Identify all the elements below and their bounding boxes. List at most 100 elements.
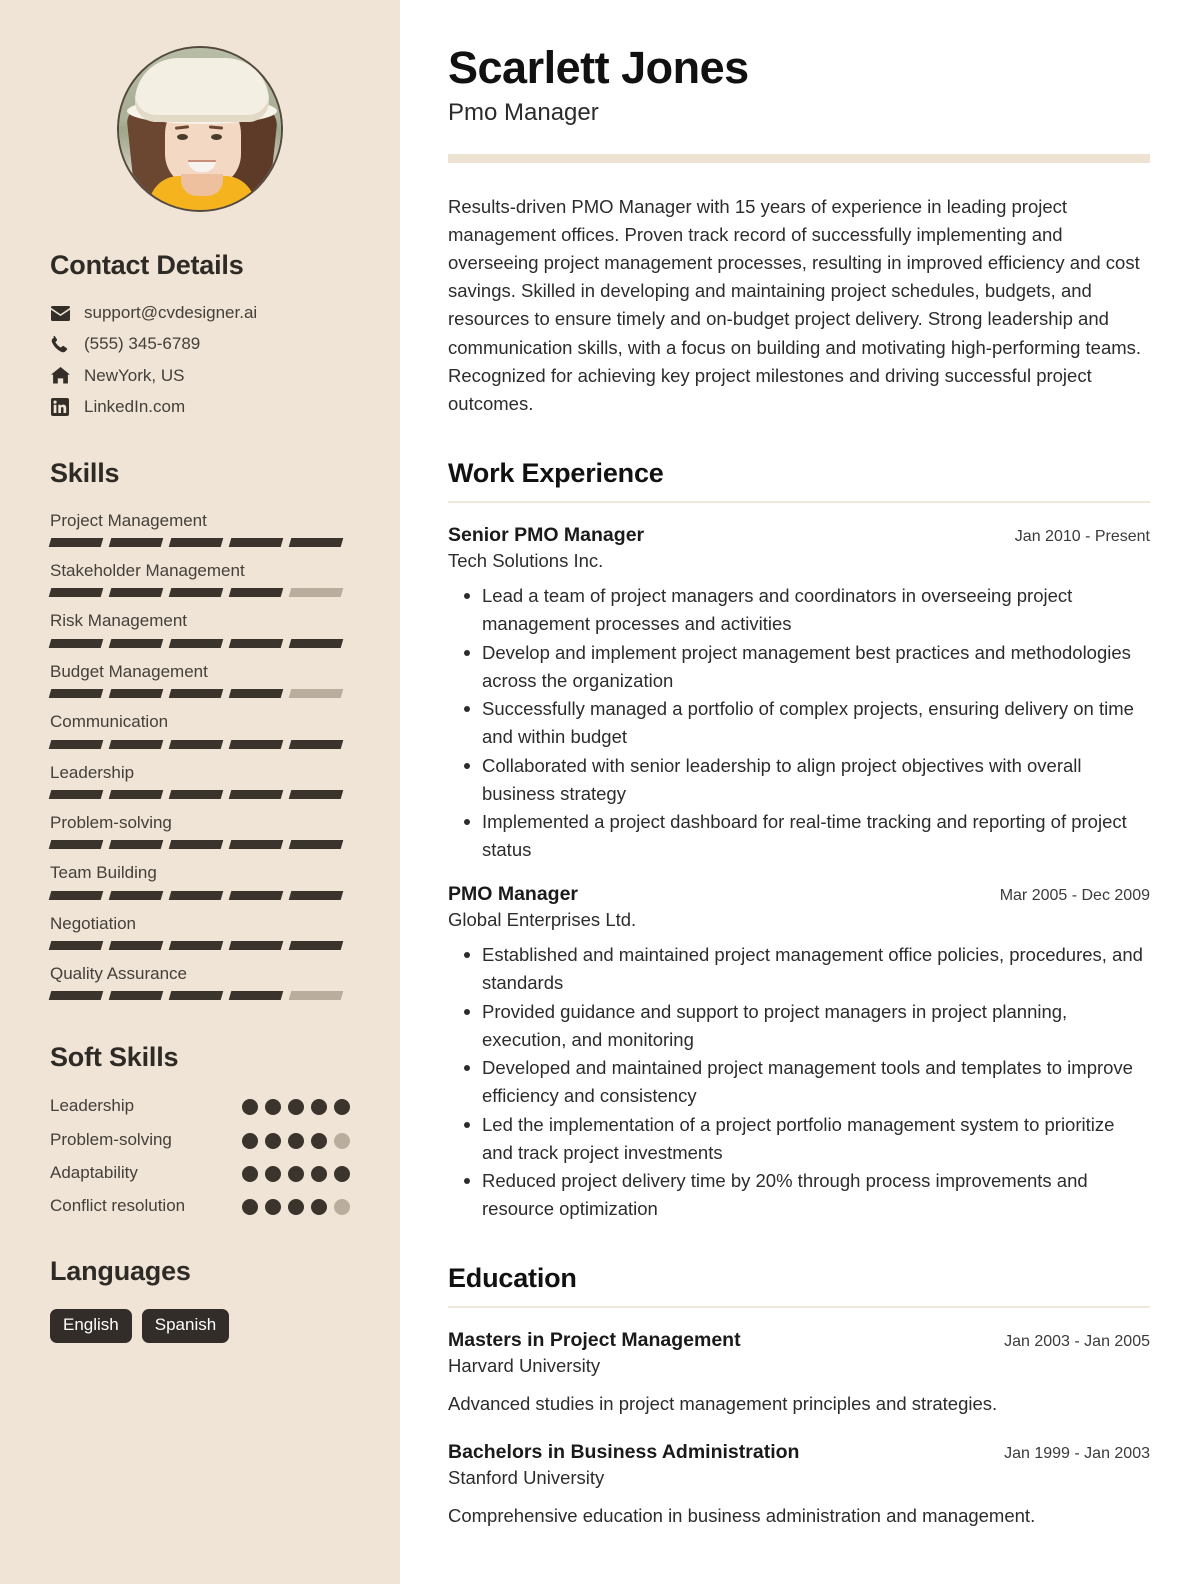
languages-heading: Languages bbox=[50, 1256, 191, 1287]
education-entry-school: Harvard University bbox=[448, 1355, 601, 1377]
soft-skill-name: Adaptability bbox=[50, 1162, 138, 1182]
skill-bar-segment bbox=[228, 890, 284, 900]
list-item: Developed and maintained project managem… bbox=[448, 1054, 1150, 1110]
skill-bar-segment bbox=[288, 638, 344, 648]
skill-level-bar bbox=[48, 890, 350, 900]
list-item: Successfully managed a portfolio of comp… bbox=[448, 695, 1150, 751]
skill-bar-segment bbox=[108, 689, 164, 699]
skill-level-bar bbox=[48, 638, 350, 648]
rating-dot bbox=[288, 1132, 304, 1149]
home-icon bbox=[50, 366, 70, 386]
job-title: Pmo Manager bbox=[448, 99, 599, 127]
soft-skills-list: Leadership Problem-solving Adaptability Con… bbox=[50, 1095, 350, 1216]
soft-skills-heading: Soft Skills bbox=[50, 1042, 179, 1073]
rating-dot bbox=[288, 1165, 304, 1182]
soft-skill-row: Leadership bbox=[50, 1095, 350, 1116]
skill-bar-segment bbox=[288, 789, 344, 799]
skill-bar-segment bbox=[228, 789, 284, 799]
list-item: Develop and implement project management… bbox=[448, 639, 1150, 695]
contact-linkedin-value: LinkedIn.com bbox=[84, 397, 186, 417]
contact-location-value: NewYork, US bbox=[84, 365, 185, 385]
rating-dot bbox=[311, 1132, 327, 1149]
rating-dot bbox=[311, 1099, 327, 1116]
education-entry-degree: Bachelors in Business Administration bbox=[448, 1440, 800, 1463]
work-entry-date: Jan 2010 - Present bbox=[1014, 527, 1150, 545]
work-entry-company: Global Enterprises Ltd. bbox=[448, 909, 637, 931]
skill-bar-segment bbox=[168, 840, 224, 850]
skill-bar-segment bbox=[168, 638, 224, 648]
skill-bar-segment bbox=[228, 991, 284, 1001]
skill-item: Risk Management bbox=[48, 611, 350, 648]
rating-dot bbox=[288, 1099, 304, 1116]
skill-bar-segment bbox=[108, 890, 164, 900]
skill-bar-segment bbox=[288, 689, 344, 699]
skill-bar-segment bbox=[48, 588, 104, 598]
skill-bar-segment bbox=[168, 789, 224, 799]
list-item: Lead a team of project managers and coor… bbox=[448, 582, 1150, 638]
skill-bar-segment bbox=[228, 537, 284, 547]
rating-dot bbox=[242, 1132, 258, 1149]
skill-bar-segment bbox=[288, 739, 344, 749]
contact-item-linkedin[interactable]: LinkedIn.com bbox=[50, 397, 350, 417]
skill-item: Negotiation bbox=[48, 913, 350, 951]
work-entry-bullets: Established and maintained project manag… bbox=[448, 941, 1150, 1223]
skill-bar-segment bbox=[228, 840, 284, 850]
skill-bar-segment bbox=[168, 991, 224, 1001]
professional-summary: Results-driven PMO Manager with 15 years… bbox=[448, 196, 1142, 414]
skill-level-bar bbox=[48, 840, 350, 850]
soft-skill-row: Adaptability bbox=[50, 1162, 350, 1183]
avatar bbox=[117, 46, 283, 212]
rating-dot bbox=[242, 1199, 258, 1216]
language-chip[interactable]: English bbox=[50, 1309, 132, 1344]
skill-bar-segment bbox=[48, 890, 104, 900]
soft-skill-rating bbox=[242, 1162, 350, 1182]
linkedin-icon bbox=[50, 397, 70, 417]
work-entry-date: Mar 2005 - Dec 2009 bbox=[999, 886, 1150, 904]
skill-bar-segment bbox=[108, 941, 164, 951]
skill-item: Stakeholder Management bbox=[48, 561, 350, 598]
education-entry-school: Stanford University bbox=[448, 1467, 605, 1489]
education-entries: Masters in Project Management Jan 2003 - … bbox=[448, 1328, 1150, 1530]
skill-bar-segment bbox=[288, 537, 344, 547]
language-chip[interactable]: Spanish bbox=[141, 1309, 230, 1344]
work-entry-header: Senior PMO Manager Jan 2010 - Present bbox=[448, 523, 1150, 547]
photo-hat bbox=[135, 58, 269, 122]
list-item: Collaborated with senior leadership to a… bbox=[448, 752, 1150, 808]
contact-details-heading: Contact Details bbox=[50, 250, 244, 280]
skills-list: Project Management Stakeholder Management… bbox=[48, 510, 350, 1001]
education-entry-description: Advanced studies in project management p… bbox=[448, 1393, 998, 1415]
work-entry-role: Senior PMO Manager bbox=[448, 523, 645, 546]
rating-dot bbox=[265, 1165, 281, 1182]
main-column: Scarlett Jones Pmo Manager Results-drive… bbox=[400, 0, 1200, 1584]
rating-dot bbox=[265, 1199, 281, 1216]
skill-level-bar bbox=[48, 588, 350, 598]
skill-bar-segment bbox=[48, 537, 104, 547]
work-entry-bullets: Lead a team of project managers and coor… bbox=[448, 582, 1150, 864]
skill-item: Leadership bbox=[48, 763, 350, 799]
rating-dot bbox=[334, 1132, 350, 1149]
contact-item-email[interactable]: support@cvdesigner.ai bbox=[50, 303, 350, 323]
education-entry-date: Jan 1999 - Jan 2003 bbox=[1004, 1444, 1150, 1462]
soft-skill-name: Leadership bbox=[50, 1096, 135, 1116]
work-entry-role: PMO Manager bbox=[448, 882, 579, 905]
section-divider bbox=[448, 1305, 1150, 1308]
skill-bar-segment bbox=[48, 941, 104, 951]
education-entry-description: Comprehensive education in business admi… bbox=[448, 1505, 1036, 1527]
skill-bar-segment bbox=[168, 890, 224, 900]
avatar-wrap bbox=[50, 46, 350, 212]
soft-skill-name: Problem-solving bbox=[50, 1129, 172, 1149]
skill-bar-segment bbox=[168, 689, 224, 699]
contact-item-location[interactable]: NewYork, US bbox=[50, 366, 350, 386]
contact-item-phone[interactable]: (555) 345-6789 bbox=[50, 334, 350, 354]
skill-bar-segment bbox=[228, 941, 284, 951]
skill-bar-segment bbox=[288, 991, 344, 1001]
work-experience-section: Work Experience Senior PMO Manager Jan 20… bbox=[448, 458, 1150, 1223]
skill-bar-segment bbox=[48, 689, 104, 699]
skill-name: Negotiation bbox=[50, 913, 137, 933]
education-entry: Masters in Project Management Jan 2003 - … bbox=[448, 1328, 1150, 1418]
skill-name: Project Management bbox=[50, 510, 207, 530]
skill-name: Budget Management bbox=[50, 661, 208, 681]
skill-bar-segment bbox=[168, 588, 224, 598]
work-entry-company: Tech Solutions Inc. bbox=[448, 550, 604, 572]
skill-item: Problem-solving bbox=[48, 813, 350, 850]
